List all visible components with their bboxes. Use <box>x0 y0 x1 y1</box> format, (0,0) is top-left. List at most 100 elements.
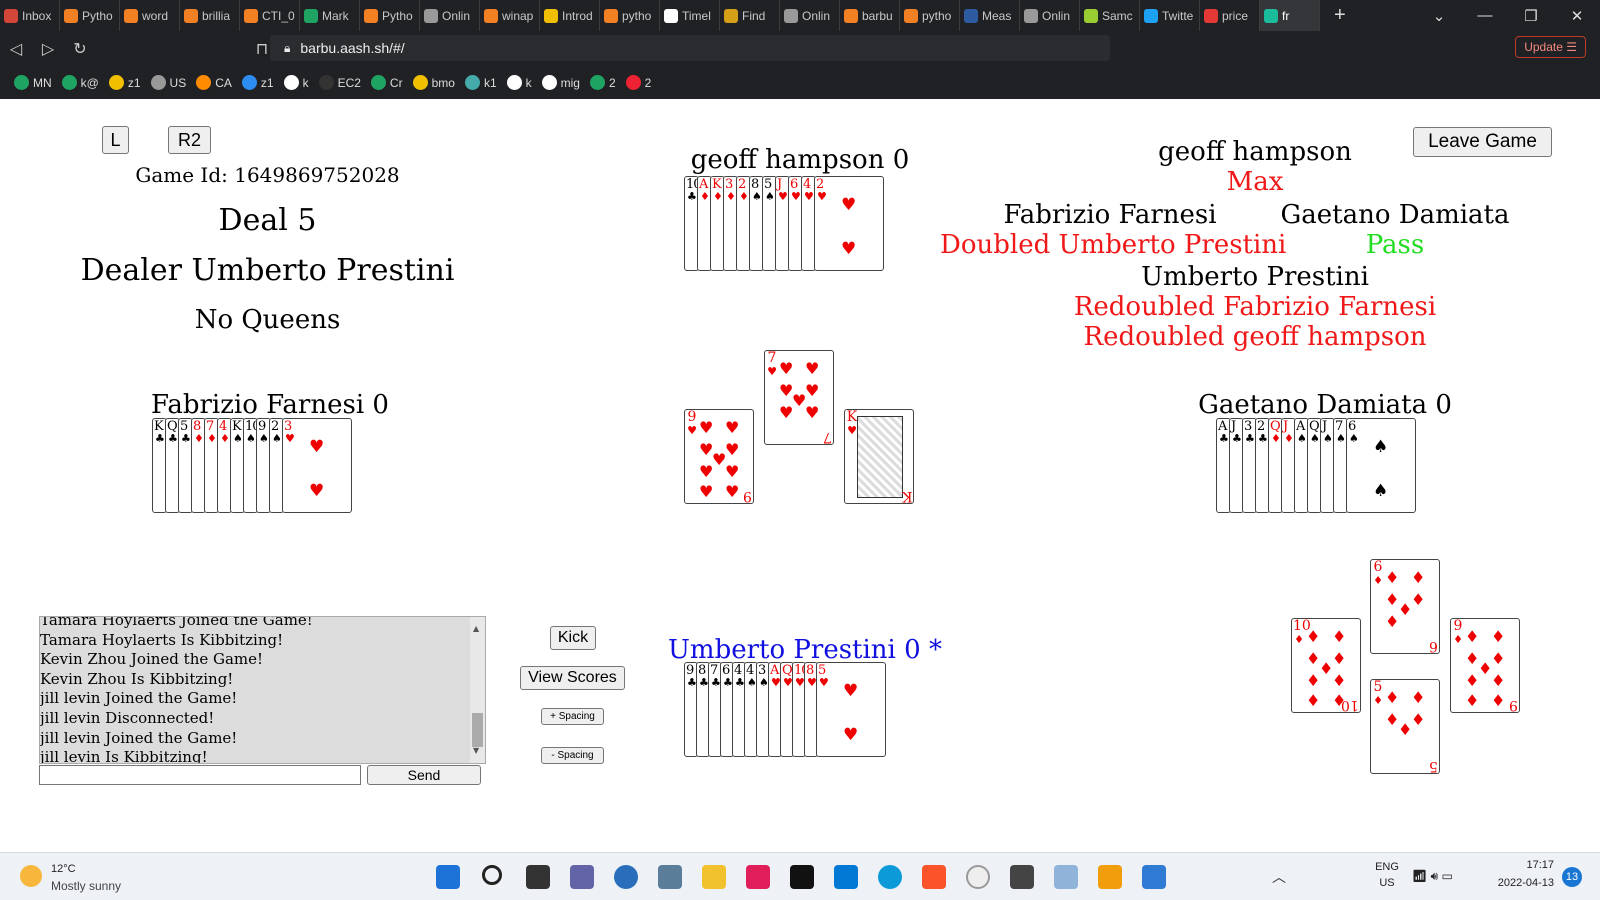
weather-icon[interactable] <box>20 865 42 887</box>
tab-15[interactable]: pytho <box>900 0 960 31</box>
notification-badge[interactable]: 13 <box>1562 867 1582 887</box>
bid-player-2: Fabrizio Farnesi <box>1003 200 1217 230</box>
bookmark-item[interactable]: z1 <box>241 75 274 90</box>
close-window-icon[interactable]: ✕ <box>1554 0 1600 31</box>
tab-search-icon[interactable]: ⌄ <box>1416 0 1462 31</box>
send-button[interactable]: Send <box>367 765 481 785</box>
minus-spacing-button[interactable]: - Spacing <box>541 747 604 764</box>
card-suit-icon: ♥ <box>791 190 801 203</box>
tab-7[interactable]: Onlin <box>420 0 480 31</box>
bookmark-favicon-icon <box>412 75 428 90</box>
tab-1[interactable]: Pytho <box>60 0 120 31</box>
tab-favicon-icon <box>964 8 978 23</box>
bookmark-item[interactable]: 2 <box>625 75 651 90</box>
view-scores-button[interactable]: View Scores <box>520 666 625 690</box>
tab-3[interactable]: brillia <box>180 0 240 31</box>
tab-9[interactable]: Introd <box>540 0 600 31</box>
tab-11[interactable]: Timel <box>660 0 720 31</box>
south-hand[interactable]: 9♣8♣7♣6♣4♣4♠3♠A♥Q♥10♥8♥5♥♥♥ <box>684 662 898 757</box>
task-view-icon[interactable] <box>526 865 550 889</box>
chat-scrollbar[interactable]: ▲ ▼ <box>470 617 485 763</box>
bookmark-item[interactable]: k <box>283 75 309 90</box>
tab-6[interactable]: Pytho <box>360 0 420 31</box>
tab-0[interactable]: Inbox <box>0 0 60 31</box>
bookmark-item[interactable]: bmo <box>412 75 455 90</box>
chat-input[interactable] <box>39 765 361 785</box>
bookmark-item[interactable]: z1 <box>108 75 141 90</box>
tab-5[interactable]: Mark <box>300 0 360 31</box>
card-suit-icon: ♠ <box>1349 432 1359 445</box>
teams-icon[interactable] <box>570 865 594 889</box>
card-suit-icon: ♣ <box>181 432 191 445</box>
bookmark-item[interactable]: k1 <box>464 75 497 90</box>
calculator-icon[interactable] <box>658 865 682 889</box>
bid-action-4a: Redoubled Fabrizio Farnesi <box>1073 292 1437 322</box>
clock-time[interactable]: 17:17 <box>1490 859 1554 871</box>
l-button[interactable]: L <box>102 126 129 154</box>
edge-icon[interactable] <box>878 865 902 889</box>
reload-icon[interactable]: ↻ <box>64 39 96 59</box>
snip-icon[interactable] <box>1054 865 1078 889</box>
tab-18[interactable]: Samc <box>1080 0 1140 31</box>
terminal-icon[interactable] <box>790 865 814 889</box>
search-icon[interactable] <box>482 865 502 885</box>
restore-icon[interactable]: ❐ <box>1508 0 1554 31</box>
plus-spacing-button[interactable]: + Spacing <box>541 708 604 725</box>
forward-icon[interactable]: ▷ <box>32 39 64 59</box>
tab-4[interactable]: CTI_0 <box>240 0 300 31</box>
lang-code[interactable]: ENG <box>1372 861 1402 873</box>
clock-date[interactable]: 2022-04-13 <box>1490 877 1554 889</box>
scroll-up-icon[interactable]: ▲ <box>473 619 479 639</box>
chat-log[interactable]: Tamara Hoylaerts Joined the Game! Tamara … <box>39 616 486 764</box>
vscode-icon[interactable] <box>834 865 858 889</box>
tab-20[interactable]: price <box>1200 0 1260 31</box>
tab-17[interactable]: Onlin <box>1020 0 1080 31</box>
new-tab-icon[interactable]: + <box>1320 4 1360 27</box>
url-bar[interactable]: 🔒︎ barbu.aash.sh/#/ <box>270 35 1110 61</box>
leave-game-button[interactable]: Leave Game <box>1413 127 1552 157</box>
bookmark-item[interactable]: US <box>150 75 186 90</box>
tab-8[interactable]: winap <box>480 0 540 31</box>
bookmark-item[interactable]: CA <box>196 75 232 90</box>
start-icon[interactable] <box>436 865 460 889</box>
tab-21[interactable]: fr <box>1260 0 1320 31</box>
scroll-down-icon[interactable]: ▼ <box>473 741 479 761</box>
notepad-icon[interactable] <box>1142 865 1166 889</box>
card-suit-icon: ♣ <box>1219 432 1229 445</box>
bookmark-favicon-icon <box>464 75 480 90</box>
tab-19[interactable]: Twitte <box>1140 0 1200 31</box>
tab-label: Inbox <box>22 8 52 23</box>
bookmark-item[interactable]: mig <box>541 75 580 90</box>
tab-16[interactable]: Meas <box>960 0 1020 31</box>
bookmark-item[interactable]: Cr <box>370 75 403 90</box>
card-pip-icon: ♦ <box>1491 691 1506 710</box>
bookmark-item[interactable]: k@ <box>61 75 99 90</box>
update-button[interactable]: Update ☰ <box>1515 36 1586 58</box>
sublime-icon[interactable] <box>1098 865 1122 889</box>
bookmark-item[interactable]: EC2 <box>318 75 361 90</box>
card-rank-bottom: 7 <box>823 429 832 445</box>
lang-region[interactable]: US <box>1372 877 1402 889</box>
tab-12[interactable]: Find <box>720 0 780 31</box>
bookmark-item[interactable]: MN <box>14 75 52 90</box>
slack-icon[interactable] <box>746 865 770 889</box>
file-explorer-icon[interactable] <box>702 865 726 889</box>
wifi-volume-icon[interactable]: 📶︎ 🔊︎ ▭ <box>1412 869 1453 884</box>
r2-button[interactable]: R2 <box>168 126 211 154</box>
tab-10[interactable]: pytho <box>600 0 660 31</box>
tab-14[interactable]: barbu <box>840 0 900 31</box>
app-icon[interactable] <box>614 865 638 889</box>
card-pip-icon: ♠ <box>1373 481 1389 501</box>
hand-card[interactable]: 5 ♥ ♥ ♥ <box>816 662 886 757</box>
bookmark-item[interactable]: k <box>506 75 532 90</box>
bookmark-item[interactable]: 2 <box>589 75 616 90</box>
itunes-icon[interactable] <box>966 865 990 889</box>
back-icon[interactable]: ◁ <box>0 39 32 59</box>
tab-13[interactable]: Onlin <box>780 0 840 31</box>
monitor-icon[interactable] <box>1010 865 1034 889</box>
kick-button[interactable]: Kick <box>550 626 596 650</box>
tray-chevron-icon[interactable]: ︿ <box>1272 867 1286 887</box>
brave-icon[interactable] <box>922 865 946 889</box>
minimize-icon[interactable]: — <box>1462 0 1508 31</box>
tab-2[interactable]: word <box>120 0 180 31</box>
